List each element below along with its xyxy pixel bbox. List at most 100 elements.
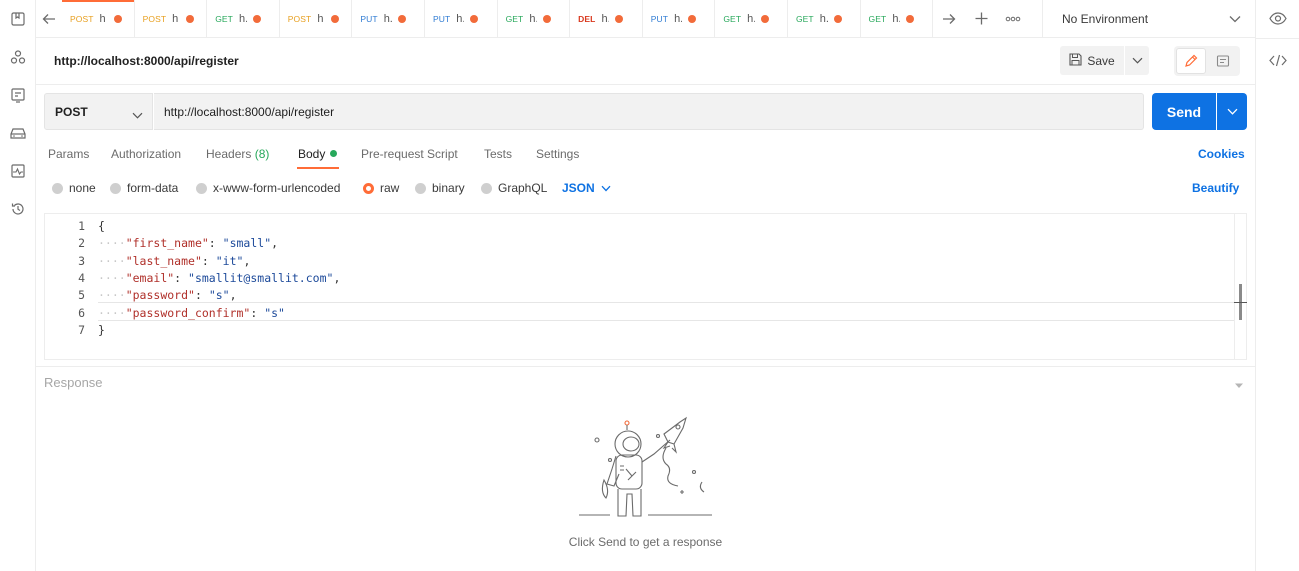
apis-icon[interactable] <box>8 47 28 67</box>
code-line: ····"first_name": "small", <box>98 236 278 250</box>
json-key: "password_confirm" <box>125 305 251 320</box>
radio-form-data[interactable]: form-data <box>110 181 178 195</box>
tab-forward-arrow-icon[interactable] <box>933 0 965 37</box>
response-divider <box>36 366 1255 367</box>
divider <box>1256 38 1299 39</box>
indent-guide: ···· <box>98 236 126 251</box>
documentation-mode-button[interactable] <box>1208 48 1238 74</box>
json-colon: : <box>208 236 223 251</box>
body-editor[interactable]: 1234567 {····"first_name": "small", ····"… <box>44 213 1247 360</box>
tab-method-label: GET <box>795 13 814 24</box>
pencil-icon <box>1185 54 1198 67</box>
request-tab[interactable]: GET h. <box>788 0 861 37</box>
json-comma: , <box>271 236 279 251</box>
unsaved-changes-dot <box>470 14 479 23</box>
new-tab-plus-icon[interactable] <box>965 0 997 37</box>
method-select[interactable]: POST <box>44 93 153 130</box>
tab-headers[interactable]: Headers (8) <box>206 147 269 161</box>
request-tab[interactable]: GET h. <box>861 0 934 37</box>
monitors-icon[interactable] <box>8 161 28 181</box>
back-arrow-icon[interactable] <box>36 0 62 37</box>
send-dropdown-button[interactable] <box>1217 93 1247 130</box>
request-tab[interactable]: POST h <box>280 0 353 37</box>
method-label: POST <box>55 104 88 119</box>
tab-tests[interactable]: Tests <box>484 147 512 161</box>
more-tabs-icon[interactable] <box>997 0 1029 37</box>
caret-down-icon[interactable] <box>1234 378 1244 392</box>
code-line: { <box>98 219 105 233</box>
request-tab[interactable]: GET h. <box>715 0 788 37</box>
code-line: ····"email": "smallit@smallit.com", <box>98 271 340 285</box>
send-button[interactable]: Send <box>1152 93 1216 130</box>
line-number: 3 <box>78 253 85 268</box>
tab-name-label: h. <box>383 12 392 25</box>
eye-icon[interactable] <box>1269 12 1287 28</box>
radio-raw[interactable]: raw <box>363 181 399 195</box>
document-icon <box>1216 55 1230 67</box>
tab-method-label: PUT <box>432 13 451 24</box>
radio-graphql[interactable]: GraphQL <box>481 181 547 195</box>
left-sidebar <box>0 0 36 571</box>
tab-method-label: POST <box>287 13 312 24</box>
indent-guide: ···· <box>98 288 126 303</box>
body-indicator-dot <box>330 150 338 157</box>
request-tab[interactable]: PUT h. <box>425 0 498 37</box>
right-sidebar <box>1255 0 1299 571</box>
tab-name-label: h. <box>674 12 682 25</box>
headers-count-badge: (8) <box>254 147 270 161</box>
edit-mode-button[interactable] <box>1176 48 1206 74</box>
code-line: } <box>98 323 105 337</box>
unsaved-changes-dot <box>615 14 624 23</box>
line-number: 6 <box>78 305 85 320</box>
request-tab[interactable]: PUT h. <box>643 0 716 37</box>
tab-prerequest-script[interactable]: Pre-request Script <box>361 147 458 161</box>
tab-name-label: h. <box>529 12 537 25</box>
cookies-link[interactable]: Cookies <box>1198 147 1245 161</box>
request-tab[interactable]: DEL h. <box>570 0 643 37</box>
editor-scroll-marker <box>1234 302 1247 303</box>
radio-urlencoded[interactable]: x-www-form-urlencoded <box>196 181 340 195</box>
code-icon[interactable] <box>1269 54 1287 70</box>
history-icon[interactable] <box>8 199 28 219</box>
request-tab[interactable]: GET h. <box>207 0 280 37</box>
chevron-down-icon <box>601 185 611 191</box>
json-value: "it" <box>215 253 244 268</box>
save-button[interactable]: Save <box>1060 46 1124 75</box>
unsaved-changes-dot <box>833 14 842 23</box>
tab-method-label: GET <box>505 13 524 24</box>
tab-settings[interactable]: Settings <box>536 147 579 161</box>
json-value: "smallit@smallit.com" <box>188 270 334 285</box>
code-line: ····"password_confirm": "s" <box>98 306 285 320</box>
beautify-button[interactable]: Beautify <box>1192 181 1239 195</box>
radio-binary[interactable]: binary <box>415 181 465 195</box>
save-icon <box>1069 52 1082 69</box>
save-dropdown-button[interactable] <box>1125 46 1149 75</box>
response-label: Response <box>44 375 103 390</box>
environments-icon[interactable] <box>8 85 28 105</box>
tab-name-label: h <box>317 12 324 25</box>
line-number: 1 <box>78 219 85 233</box>
empty-response-message: Click Send to get a response <box>568 535 723 549</box>
request-tab[interactable]: POST h <box>135 0 208 37</box>
tab-body[interactable]: Body <box>298 147 338 161</box>
request-tab[interactable]: GET h. <box>498 0 571 37</box>
radio-none[interactable]: none <box>52 181 96 195</box>
request-tab-bar: POST h POST h GET h. POST h PUT h. PUT h. GET h. DEL h.… <box>36 0 1255 38</box>
tab-method-label: PUT <box>360 13 378 24</box>
line-number: 7 <box>78 322 85 337</box>
json-key: "password" <box>125 288 195 303</box>
request-title[interactable]: http://localhost:8000/api/register <box>54 54 239 68</box>
unsaved-changes-dot <box>688 14 697 23</box>
request-tab[interactable]: PUT h. <box>352 0 425 37</box>
environment-selector[interactable]: No Environment <box>1042 0 1255 38</box>
mock-servers-icon[interactable] <box>8 123 28 143</box>
collections-icon[interactable] <box>8 9 28 29</box>
tab-authorization[interactable]: Authorization <box>111 147 181 161</box>
url-input[interactable]: http://localhost:8000/api/register <box>154 93 1144 130</box>
open-brace: { <box>98 219 105 233</box>
request-tab[interactable]: POST h <box>62 0 135 37</box>
tab-method-label: PUT <box>650 13 669 24</box>
indent-guide: ···· <box>98 270 126 285</box>
body-format-select[interactable]: JSON <box>562 181 611 195</box>
tab-params[interactable]: Params <box>48 147 89 161</box>
